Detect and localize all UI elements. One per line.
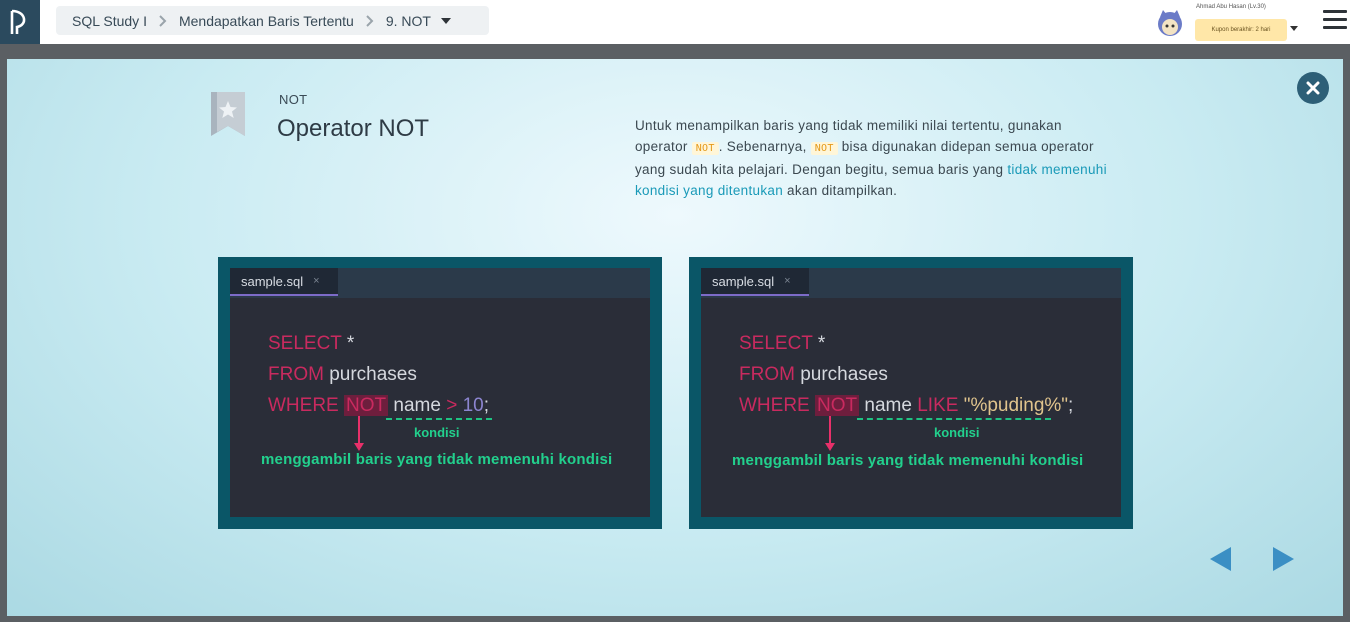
editor-tab: sample.sql × [701,268,809,296]
code-text: purchases [794,364,888,385]
chevron-right-icon [159,14,167,27]
code-line: SELECT * [739,328,1073,359]
arrow-head [354,443,364,451]
code-editor: sample.sql × SELECT * FROM purchases WHE… [701,268,1121,517]
condition-underline [857,418,1051,420]
code-example-panel: sample.sql × SELECT * FROM purchases WHE… [689,257,1133,529]
breadcrumb-slide[interactable]: 9. NOT [386,13,431,29]
code-text: * [812,333,826,354]
sql-code: SELECT * FROM purchases WHERE NOT name L… [739,328,1073,421]
condition-label: kondisi [934,425,980,440]
bookmark-icon [211,92,245,136]
code-example-panel: sample.sql × SELECT * FROM purchases WHE… [218,257,662,529]
breadcrumb: SQL Study I Mendapatkan Baris Tertentu 9… [56,6,489,35]
editor-tab: sample.sql × [230,268,338,296]
code-column: name [864,395,912,416]
code-text: ; [1068,395,1074,416]
previous-slide-icon[interactable] [1209,546,1233,572]
code-line: FROM purchases [268,359,489,390]
annotation-note: menggambil baris yang tidak memenuhi kon… [261,451,613,468]
sql-value: 10 [462,395,484,416]
sql-keyword: WHERE [739,395,810,416]
tab-filename: sample.sql [712,273,775,289]
chevron-right-icon [366,14,374,27]
arrow-line [829,416,831,446]
code-chip: NOT [691,142,719,155]
code-line: WHERE NOT name > 10; [268,390,489,421]
slide-description: Untuk menampilkan baris yang tidak memil… [635,115,1115,201]
editor-tab-bar: sample.sql × [701,268,1121,298]
code-column: name [393,395,441,416]
desc-text: . Sebenarnya, [718,139,811,154]
sql-code: SELECT * FROM purchases WHERE NOT name >… [268,328,489,421]
user-name: Ahmad Abu Hasan (Lv.30) [1196,4,1266,10]
code-line: WHERE NOT name LIKE "%puding%"; [739,390,1073,421]
breadcrumb-chapter[interactable]: Mendapatkan Baris Tertentu [179,13,354,29]
sql-value: "%puding%" [963,395,1069,416]
sql-keyword: FROM [739,364,795,385]
tab-filename: sample.sql [241,273,304,289]
sql-keyword: SELECT [739,333,813,354]
code-line: FROM purchases [739,359,1073,390]
close-icon [1306,81,1320,95]
close-button[interactable] [1297,72,1329,104]
slide-label: NOT [279,92,308,107]
hamburger-menu-icon[interactable] [1323,10,1347,32]
next-slide-icon[interactable] [1271,546,1295,572]
code-text: purchases [323,364,417,385]
sql-keyword: SELECT [268,333,342,354]
slide-title: Operator NOT [277,115,430,142]
coupon-badge: Kupon berakhir: 2 hari [1195,19,1287,41]
condition-label: kondisi [414,425,460,440]
annotation-note: menggambil baris yang tidak memenuhi kon… [732,452,1084,469]
code-text: * [341,333,355,354]
tab-close-icon: × [313,275,320,287]
editor-tab-bar: sample.sql × [230,268,650,298]
sql-keyword: FROM [268,364,324,385]
logo-icon [10,9,26,34]
sql-not-keyword: NOT [815,395,860,416]
breadcrumb-course[interactable]: SQL Study I [72,13,147,29]
code-text: ; [483,395,490,416]
code-editor: sample.sql × SELECT * FROM purchases WHE… [230,268,650,517]
sql-keyword: WHERE [268,395,339,416]
avatar[interactable] [1154,7,1186,39]
tab-close-icon: × [784,275,791,287]
arrow-line [358,416,360,446]
desc-text: akan ditampilkan. [783,183,898,198]
code-chip: NOT [810,142,838,155]
caret-down-icon[interactable] [1290,18,1298,36]
sql-not-keyword: NOT [344,395,389,416]
caret-down-icon[interactable] [440,17,451,24]
code-line: SELECT * [268,328,489,359]
condition-underline [386,418,492,420]
progate-logo[interactable] [0,0,40,44]
sql-operator: > [446,395,458,416]
arrow-head [825,443,835,451]
top-bar: SQL Study I Mendapatkan Baris Tertentu 9… [0,0,1350,44]
sql-operator: LIKE [917,395,959,416]
slide-modal: NOT Operator NOT Untuk menampilkan baris… [7,59,1343,616]
